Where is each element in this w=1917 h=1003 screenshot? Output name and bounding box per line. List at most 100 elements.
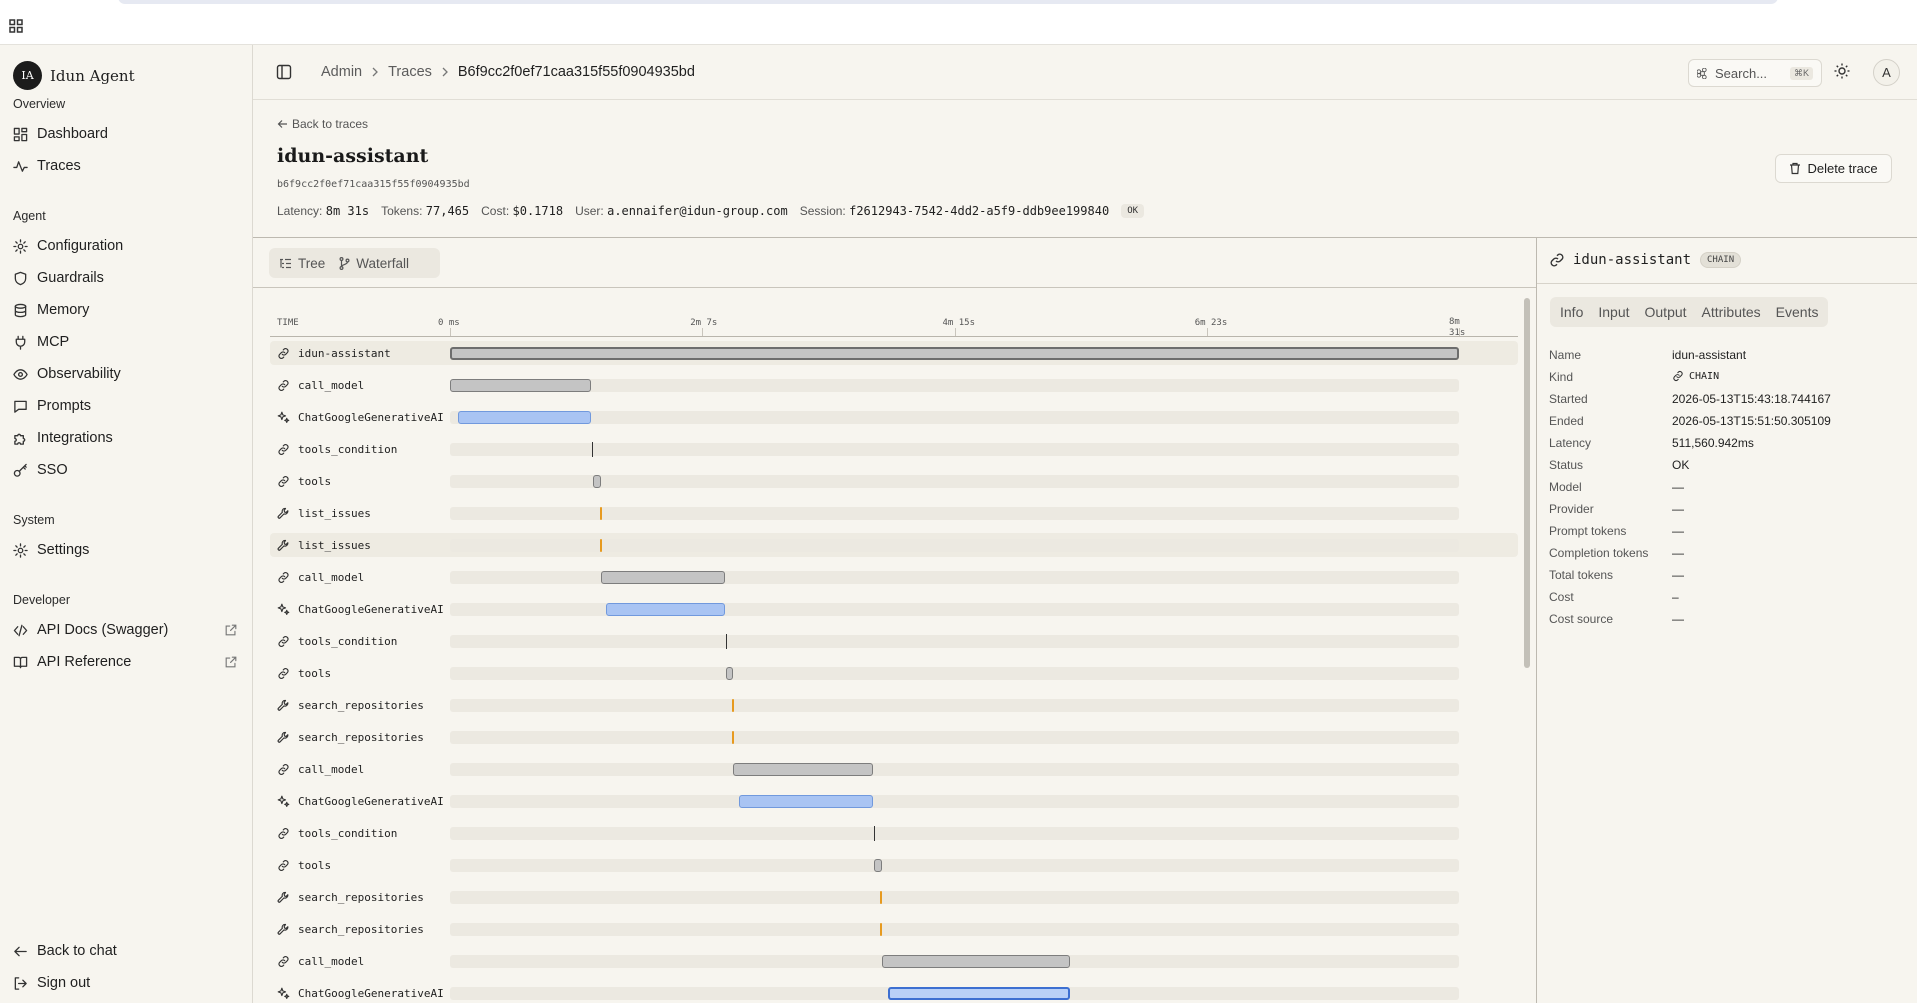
timeline-scrollbar[interactable] xyxy=(1524,298,1530,668)
chevron-right-icon xyxy=(371,67,379,77)
span-row[interactable]: call_model xyxy=(270,949,1518,973)
panel-divider[interactable] xyxy=(1536,237,1537,1003)
span-row[interactable]: ChatGoogleGenerativeAI xyxy=(270,405,1518,429)
sidebar-item-integrations[interactable]: Integrations xyxy=(13,425,238,451)
field-value-cost: – xyxy=(1672,590,1679,604)
back-to-traces-link[interactable]: Back to traces xyxy=(277,117,368,131)
brand-name: Idun Agent xyxy=(50,66,135,85)
span-bar[interactable] xyxy=(601,571,725,584)
span-bar[interactable] xyxy=(606,603,725,616)
details-tab-output[interactable]: Output xyxy=(1645,304,1687,320)
span-row[interactable]: search_repositories xyxy=(270,725,1518,749)
axis-tick xyxy=(450,328,451,336)
span-name: ChatGoogleGenerativeAI xyxy=(298,411,444,424)
span-bar[interactable] xyxy=(725,634,727,649)
delete-trace-button[interactable]: Delete trace xyxy=(1775,154,1892,183)
span-row[interactable]: tools_condition xyxy=(270,437,1518,461)
wrench-icon xyxy=(277,891,290,904)
span-row[interactable]: tools xyxy=(270,469,1518,493)
span-row[interactable]: list_issues xyxy=(270,501,1518,525)
span-bar[interactable] xyxy=(873,859,882,872)
sidebar-item-observability[interactable]: Observability xyxy=(13,361,238,387)
span-bar[interactable] xyxy=(593,475,602,488)
span-row[interactable]: tools_condition xyxy=(270,821,1518,845)
span-row[interactable]: idun-assistant xyxy=(270,341,1518,365)
avatar[interactable]: A xyxy=(1873,59,1900,86)
breadcrumb-admin[interactable]: Admin xyxy=(321,64,362,80)
search-button[interactable]: Search... ⌘K xyxy=(1688,59,1822,87)
tab-waterfall[interactable]: Waterfall xyxy=(339,256,409,271)
sidebar-item-configuration[interactable]: Configuration xyxy=(13,233,238,259)
sidebar-item-sso[interactable]: SSO xyxy=(13,457,238,483)
span-row[interactable]: tools_condition xyxy=(270,629,1518,653)
back-to-traces-label: Back to traces xyxy=(292,117,369,131)
sidebar-toggle-icon[interactable] xyxy=(276,64,292,80)
span-row[interactable]: search_repositories xyxy=(270,693,1518,717)
span-bar[interactable] xyxy=(733,763,874,776)
sun-icon[interactable] xyxy=(1834,63,1850,79)
sidebar-item-api-docs-swagger[interactable]: API Docs (Swagger) xyxy=(13,617,238,643)
span-name: call_model xyxy=(298,763,365,776)
apps-grid-icon[interactable] xyxy=(9,19,24,33)
sidebar-item-prompts[interactable]: Prompts xyxy=(13,393,238,419)
span-row[interactable]: tools xyxy=(270,853,1518,877)
shield-icon xyxy=(13,271,28,286)
field-key: Total tokens xyxy=(1549,568,1614,582)
external-link-icon xyxy=(224,623,238,637)
span-bar[interactable] xyxy=(450,379,592,392)
sidebar-item-api-reference[interactable]: API Reference xyxy=(13,649,238,675)
sidebar-item-guardrails[interactable]: Guardrails xyxy=(13,265,238,291)
kind-badge: CHAIN xyxy=(1700,252,1742,268)
span-bar[interactable] xyxy=(879,923,882,936)
browser-address-bar[interactable] xyxy=(118,0,1778,4)
span-bar[interactable] xyxy=(739,795,874,808)
sidebar-item-mcp[interactable]: MCP xyxy=(13,329,238,355)
span-row[interactable]: ChatGoogleGenerativeAI xyxy=(270,597,1518,621)
span-bar[interactable] xyxy=(592,442,594,457)
link-icon xyxy=(1550,253,1564,267)
span-row[interactable]: tools xyxy=(270,661,1518,685)
span-bar[interactable] xyxy=(599,539,602,552)
span-name: list_issues xyxy=(298,539,371,552)
wrench-icon xyxy=(277,731,290,744)
span-bar[interactable] xyxy=(879,891,882,904)
span-bar[interactable] xyxy=(731,699,734,712)
span-row[interactable]: call_model xyxy=(270,565,1518,589)
details-tab-info[interactable]: Info xyxy=(1560,304,1583,320)
span-row[interactable]: call_model xyxy=(270,373,1518,397)
tab-tree[interactable]: Tree xyxy=(279,256,325,271)
sidebar-item-memory[interactable]: Memory xyxy=(13,297,238,323)
span-row[interactable]: ChatGoogleGenerativeAI xyxy=(270,789,1518,813)
field-value-name: idun-assistant xyxy=(1672,348,1747,362)
sidebar-item-traces[interactable]: Traces xyxy=(13,153,238,179)
span-bar[interactable] xyxy=(873,826,875,841)
span-bar[interactable] xyxy=(725,667,734,680)
span-bar[interactable] xyxy=(450,347,1459,360)
details-tab-attributes[interactable]: Attributes xyxy=(1702,304,1761,320)
sign-out-link[interactable]: Sign out xyxy=(13,970,238,996)
span-row[interactable]: call_model xyxy=(270,757,1518,781)
span-bar[interactable] xyxy=(887,987,1070,1000)
brand[interactable]: IA Idun Agent xyxy=(13,61,135,90)
link-icon xyxy=(277,571,290,584)
back-to-chat-link[interactable]: Back to chat xyxy=(13,938,238,964)
link-icon xyxy=(277,859,290,872)
span-bar[interactable] xyxy=(881,955,1070,968)
status-badge: OK xyxy=(1121,204,1145,218)
span-bar[interactable] xyxy=(458,411,592,424)
details-tab-events[interactable]: Events xyxy=(1776,304,1819,320)
field-key: Started xyxy=(1549,392,1588,406)
span-bar[interactable] xyxy=(599,507,602,520)
span-row[interactable]: list_issues xyxy=(270,533,1518,557)
details-tab-input[interactable]: Input xyxy=(1598,304,1629,320)
sidebar-item-dashboard[interactable]: Dashboard xyxy=(13,121,238,147)
sidebar-item-settings[interactable]: Settings xyxy=(13,537,238,563)
span-row[interactable]: search_repositories xyxy=(270,917,1518,941)
field-key: Prompt tokens xyxy=(1549,524,1627,538)
span-bar[interactable] xyxy=(731,731,734,744)
span-row[interactable]: search_repositories xyxy=(270,885,1518,909)
breadcrumb-traces[interactable]: Traces xyxy=(388,64,432,80)
span-row[interactable]: ChatGoogleGenerativeAI xyxy=(270,981,1518,1003)
field-key: Ended xyxy=(1549,414,1584,428)
book-icon xyxy=(13,655,28,670)
